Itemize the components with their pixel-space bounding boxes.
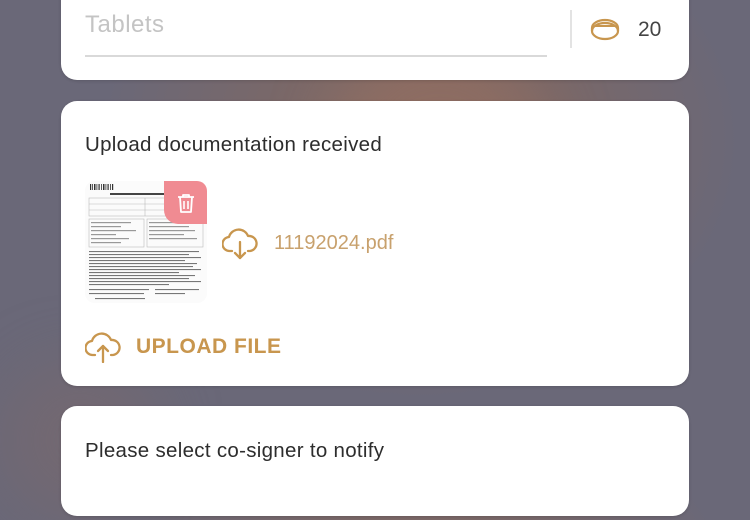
divider — [570, 10, 572, 48]
file-name-link[interactable]: 11192024.pdf — [274, 232, 393, 255]
cosigner-section-title: Please select co-signer to notify — [85, 439, 385, 462]
tablets-input[interactable]: Tablets — [85, 5, 547, 57]
upload-section-title: Upload documentation received — [85, 133, 383, 156]
quantity-value: 20 — [638, 18, 662, 41]
delete-file-button[interactable] — [164, 181, 207, 224]
pill-icon — [590, 18, 620, 41]
upload-documentation-card: Upload documentation received 11192024.p… — [61, 101, 689, 386]
cloud-upload-icon — [85, 332, 121, 363]
upload-file-label: UPLOAD FILE — [136, 335, 282, 358]
upload-file-button[interactable]: UPLOAD FILE — [85, 327, 295, 367]
cosigner-card: Please select co-signer to notify — [61, 406, 689, 516]
cloud-download-icon[interactable] — [222, 226, 258, 262]
tablets-placeholder: Tablets — [85, 11, 165, 38]
trash-icon — [177, 193, 194, 213]
quantity-card: Tablets 20 — [61, 0, 689, 80]
